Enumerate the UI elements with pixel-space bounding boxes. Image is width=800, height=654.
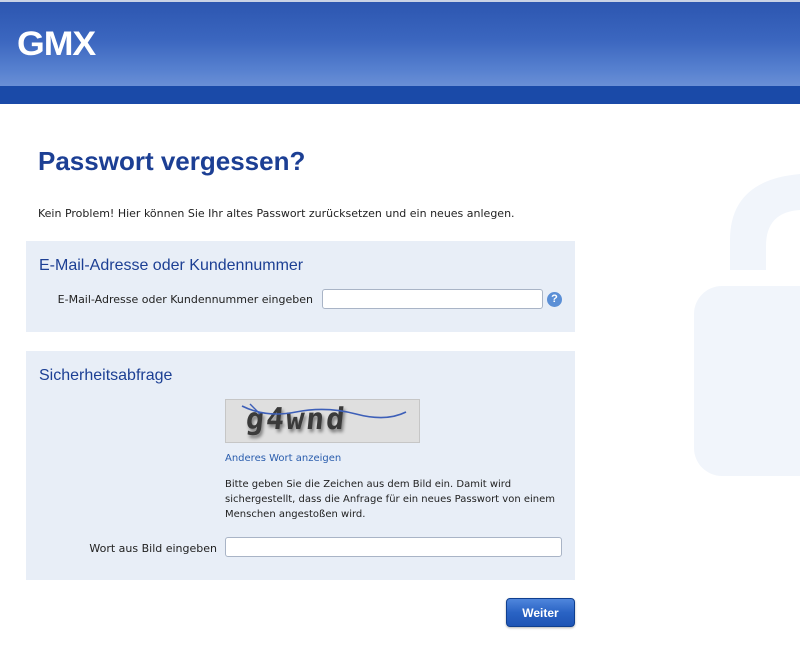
header-band — [0, 86, 800, 104]
lock-watermark-icon — [694, 174, 800, 476]
captcha-input[interactable] — [225, 537, 562, 557]
security-panel-heading: Sicherheitsabfrage — [39, 367, 173, 384]
email-input[interactable] — [322, 289, 543, 309]
email-field-label: E-Mail-Adresse oder Kundennummer eingebe… — [57, 293, 313, 306]
page-root: GMX Passwort vergessen? Kein Problem! Hi… — [0, 0, 800, 654]
security-panel: Sicherheitsabfrage g4wnd Anderes Wort an… — [26, 351, 575, 580]
header-bar: GMX — [0, 0, 800, 86]
page-title: Passwort vergessen? — [38, 146, 306, 176]
help-icon[interactable]: ? — [547, 292, 562, 307]
captcha-image: g4wnd — [225, 399, 420, 443]
email-panel-heading: E-Mail-Adresse oder Kundennummer — [39, 257, 304, 274]
gmx-logo[interactable]: GMX — [17, 27, 96, 61]
captcha-noise-line — [241, 403, 407, 419]
intro-text: Kein Problem! Hier können Sie Ihr altes … — [38, 207, 515, 220]
submit-button[interactable]: Weiter — [506, 598, 575, 627]
captcha-explanation: Bitte geben Sie die Zeichen aus dem Bild… — [225, 479, 555, 520]
other-word-link[interactable]: Anderes Wort anzeigen — [225, 453, 341, 464]
email-panel: E-Mail-Adresse oder Kundennummer E-Mail-… — [26, 241, 575, 332]
captcha-field-label: Wort aus Bild eingeben — [89, 542, 217, 555]
